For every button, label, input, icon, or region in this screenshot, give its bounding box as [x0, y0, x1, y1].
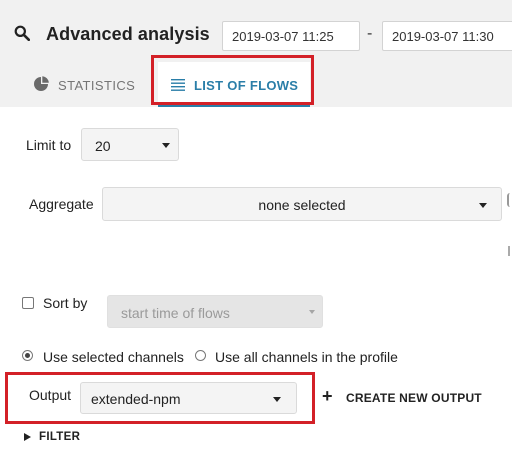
highlight-box-output: [5, 372, 315, 424]
limit-value: 20: [95, 138, 111, 154]
radio-use-selected-channels[interactable]: [22, 350, 33, 361]
aggregate-label: Aggregate: [29, 196, 94, 212]
aggregate-value: none selected: [258, 197, 346, 213]
date-separator: -: [367, 25, 373, 42]
filter-toggle[interactable]: FILTER: [39, 431, 80, 443]
radio-use-all-channels-label[interactable]: Use all channels in the profile: [215, 349, 398, 365]
radio-use-selected-channels-label[interactable]: Use selected channels: [43, 349, 184, 365]
radio-use-all-channels[interactable]: [195, 350, 206, 361]
pie-chart-icon: [34, 76, 49, 91]
date-from-input[interactable]: 2019-03-07 11:25: [222, 21, 360, 51]
highlight-box-tab: [151, 55, 314, 105]
caret-right-icon[interactable]: [24, 433, 31, 441]
sort-by-checkbox[interactable]: [22, 297, 34, 309]
sort-by-label: Sort by: [43, 295, 88, 311]
limit-label: Limit to: [26, 137, 72, 153]
sort-by-value: start time of flows: [121, 305, 230, 321]
tab-statistics[interactable]: STATISTICS: [18, 62, 148, 107]
clipped-control-edge: [508, 246, 512, 256]
limit-select[interactable]: 20: [81, 128, 179, 161]
clipped-control-edge: [507, 193, 512, 207]
search-icon[interactable]: [14, 25, 30, 41]
aggregate-select[interactable]: none selected: [102, 187, 502, 221]
tab-statistics-label: STATISTICS: [58, 78, 136, 93]
date-to-input[interactable]: 2019-03-07 11:30: [382, 21, 512, 51]
plus-icon[interactable]: +: [322, 386, 333, 406]
caret-down-icon: [162, 143, 170, 148]
create-new-output-button[interactable]: CREATE NEW OUTPUT: [346, 391, 482, 405]
sort-by-select: start time of flows: [107, 295, 323, 328]
page-title: Advanced analysis: [46, 24, 210, 44]
caret-down-icon: [309, 310, 315, 314]
caret-down-icon: [479, 203, 487, 208]
